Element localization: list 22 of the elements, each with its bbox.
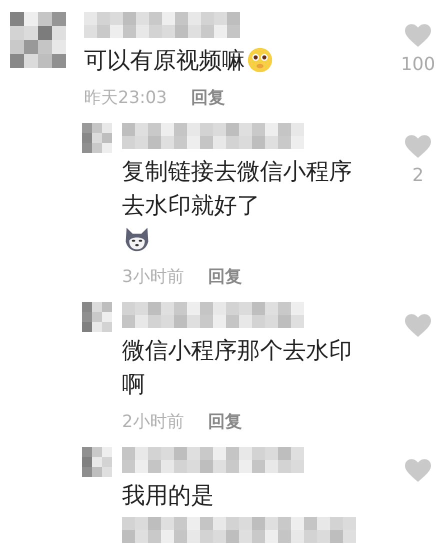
reply-text: 我用的是 — [122, 482, 214, 511]
reply-link[interactable]: 回复 — [208, 410, 242, 433]
like-count: 2 — [412, 165, 424, 186]
reply-text: 复制链接去微信小程序去水印就好了 — [122, 158, 353, 221]
heart-icon[interactable] — [405, 314, 431, 338]
heart-icon[interactable] — [405, 459, 431, 483]
reply-link[interactable]: 回复 — [191, 86, 225, 109]
pleading-emoji-icon — [247, 47, 273, 73]
timestamp: 2小时前 — [122, 411, 184, 433]
pixelated-avatar — [82, 302, 112, 332]
wolf-emoji-icon — [124, 226, 150, 252]
pixelated-avatar — [10, 12, 66, 68]
heart-icon[interactable] — [405, 135, 431, 159]
timestamp: 昨天23:03 — [84, 87, 167, 109]
pixelated-avatar — [82, 447, 112, 477]
comment-text: 可以有原视频嘛 — [84, 48, 245, 74]
pixelated-avatar — [82, 123, 112, 153]
like-count: 100 — [400, 54, 436, 75]
heart-icon[interactable] — [405, 24, 431, 48]
reply-text: 微信小程序那个去水印啊 — [122, 337, 353, 400]
reply-link[interactable]: 回复 — [208, 265, 242, 288]
timestamp: 3小时前 — [122, 266, 184, 288]
